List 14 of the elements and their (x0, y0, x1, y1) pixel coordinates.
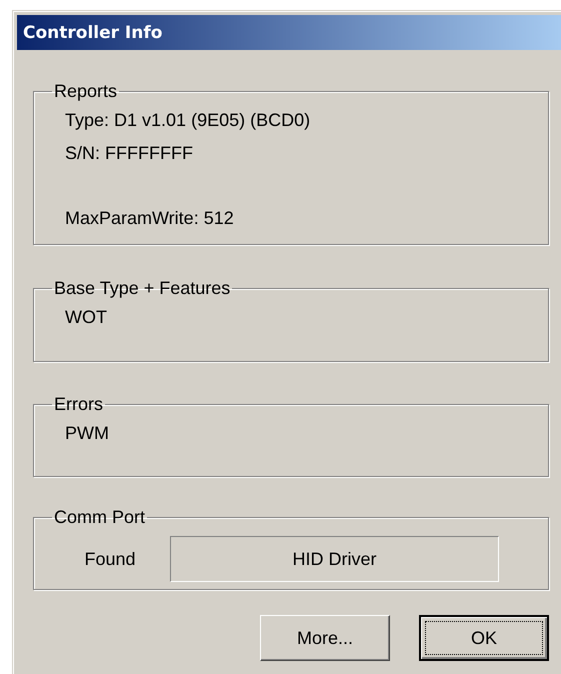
group-title: Reports (53, 80, 118, 102)
group-title: Errors (53, 393, 104, 415)
window-title: Controller Info (17, 15, 561, 50)
info-text: S/N: FFFFFFFF (65, 142, 193, 165)
default-button[interactable]: OK (419, 615, 549, 661)
group-title: Comm Port (53, 506, 146, 528)
group-title: Base Type + Features (53, 277, 232, 299)
info-text: Type: D1 v1.01 (9E05) (BCD0) (65, 109, 310, 132)
info-text: PWM (65, 422, 109, 445)
dialog-button[interactable]: More... (260, 615, 390, 661)
info-text: MaxParamWrite: 512 (65, 207, 234, 230)
readonly-field: HID Driver (170, 536, 499, 582)
field-label: Found (83, 548, 137, 570)
info-text: WOT (65, 306, 107, 329)
